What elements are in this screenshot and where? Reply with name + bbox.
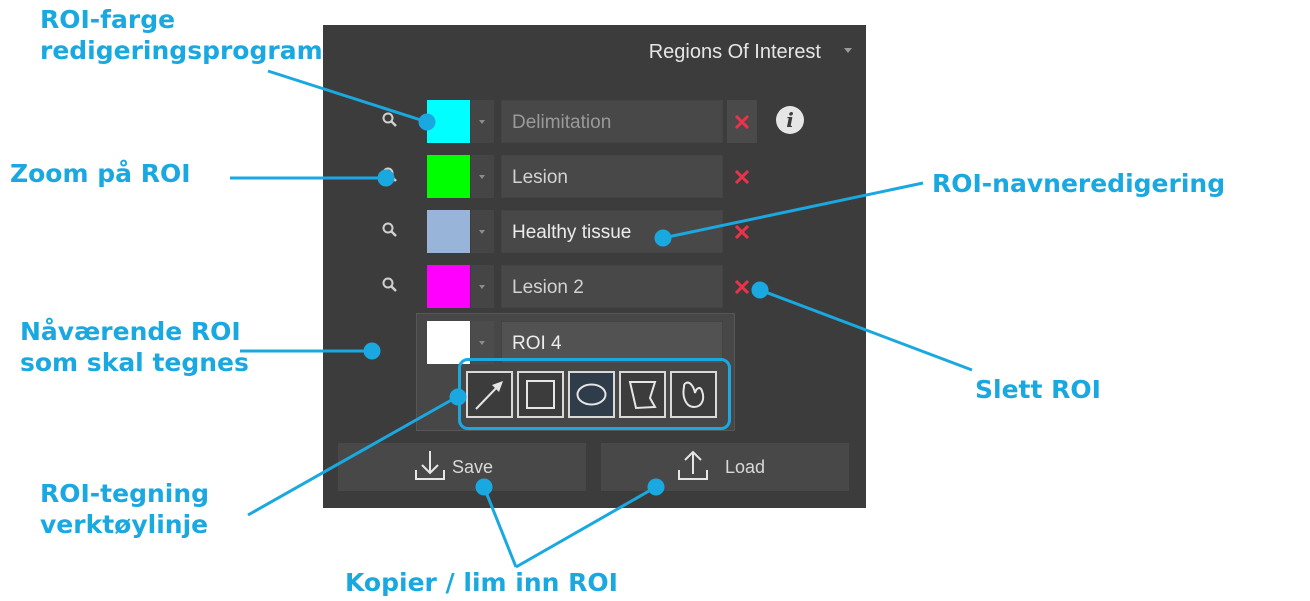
annotation-current-roi: Nåværende ROI som skal tegnes xyxy=(20,317,249,377)
annotation-zoom: Zoom på ROI xyxy=(10,159,191,188)
annotation-copy-paste: Kopier / lim inn ROI xyxy=(345,568,618,597)
annotation-color-editor: ROI-farge redigeringsprogram xyxy=(40,5,323,65)
annotation-delete: Slett ROI xyxy=(975,375,1101,404)
annotation-name-editor: ROI-navneredigering xyxy=(932,169,1226,198)
annotation-drawing-toolbar: ROI-tegning verktøylinje xyxy=(40,479,210,539)
